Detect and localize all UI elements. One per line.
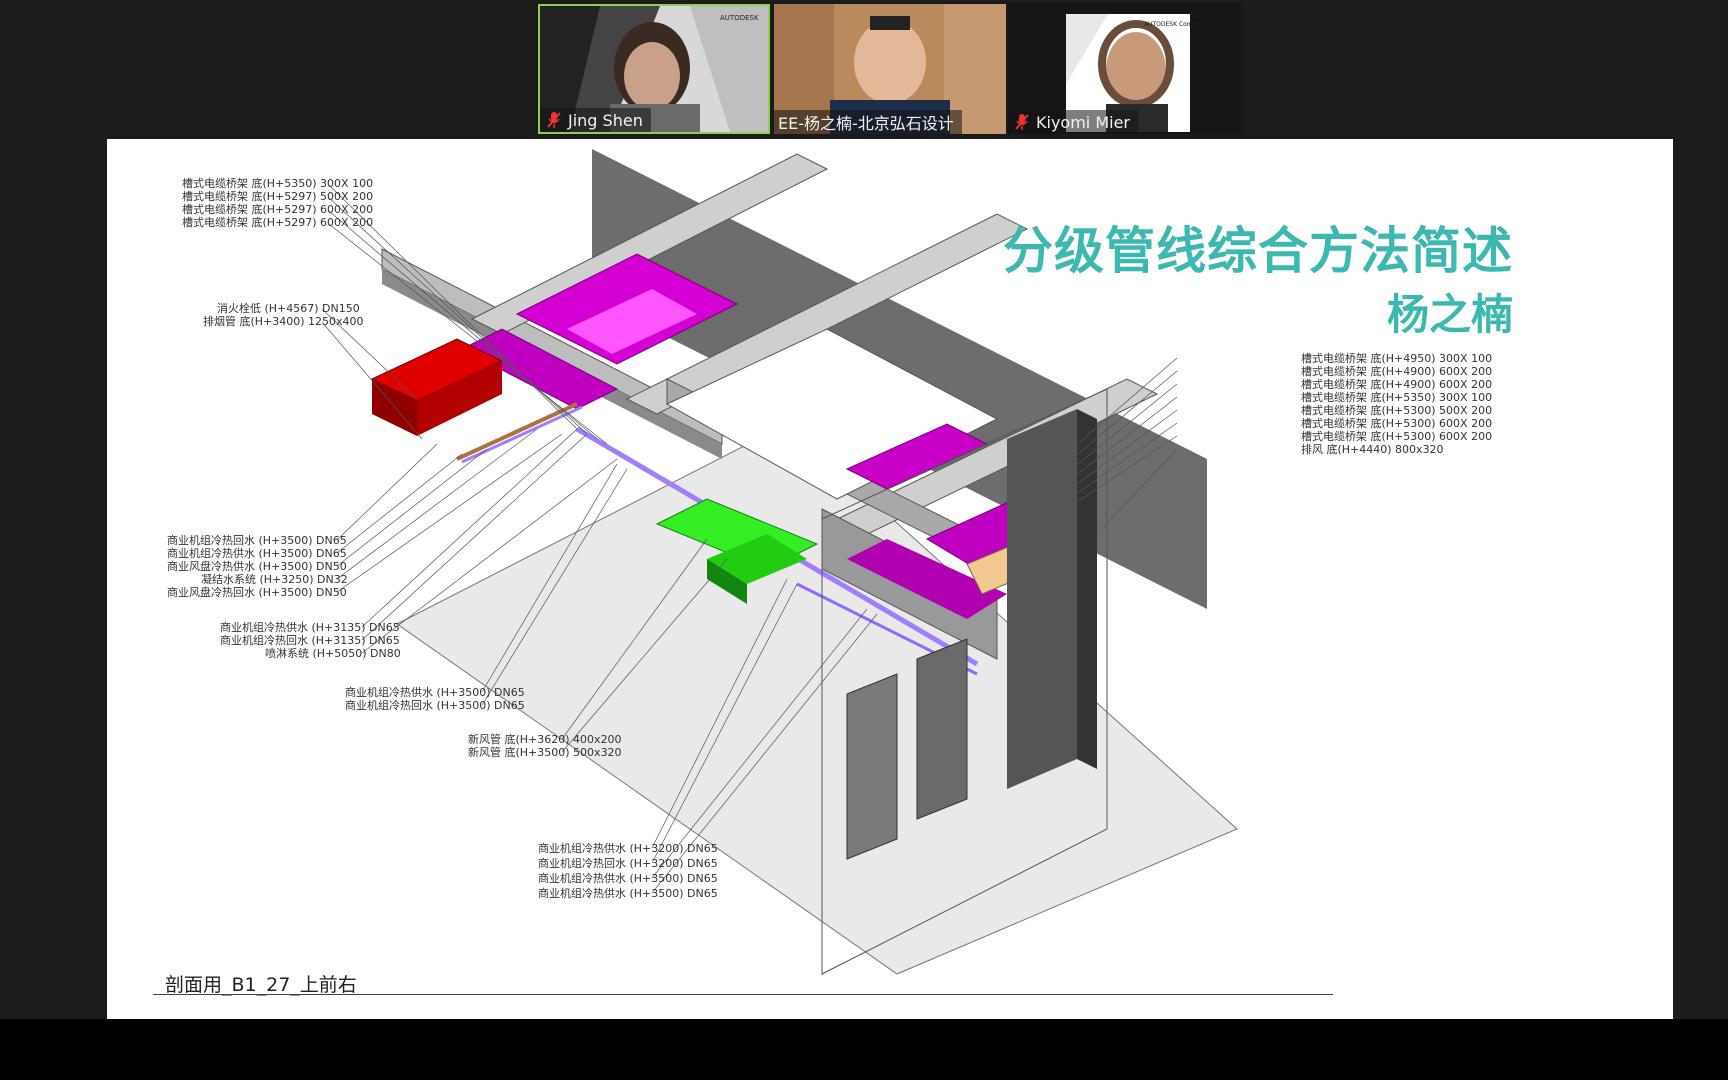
annotation-label: 商业机组冷热回水 (H+3200) DN65 bbox=[538, 857, 718, 870]
participant-tile-kiyomi-mier[interactable]: AUTODESK Community Kiyomi Mier bbox=[1008, 4, 1240, 134]
annotation-label: 喷淋系统 (H+5050) DN80 bbox=[265, 647, 401, 660]
view-name: 剖面用_B1_27_上前右 bbox=[165, 974, 357, 996]
annotation-label: 排烟管 底(H+3400) 1250x400 bbox=[203, 315, 364, 328]
annotation-label: 商业机组冷热供水 (H+3500) DN65 bbox=[167, 547, 347, 560]
annotation-label: 商业机组冷热回水 (H+3500) DN65 bbox=[167, 534, 347, 547]
annotation-label: 新风管 底(H+3500) 500x320 bbox=[468, 746, 622, 759]
annotation-label: 商业机组冷热回水 (H+3135) DN65 bbox=[220, 634, 400, 647]
participant-name: EE-杨之楠-北京弘石设计 bbox=[778, 114, 954, 133]
view-title-underline bbox=[153, 994, 1333, 995]
shared-slide: 分级管线综合方法简述 杨之楠 槽式电缆桥架 底(H+5350) 300X 100… bbox=[107, 139, 1673, 1019]
annotation-label: 槽式电缆桥架 底(H+4900) 600X 200 bbox=[1301, 378, 1493, 391]
shaft-wall bbox=[1007, 409, 1077, 789]
annotation-label: 商业风盘冷热回水 (H+3500) DN50 bbox=[167, 586, 347, 599]
muted-mic-icon bbox=[547, 112, 561, 128]
slide-title: 分级管线综合方法简述 bbox=[1003, 222, 1513, 280]
annotation-label: 商业机组冷热供水 (H+3500) DN65 bbox=[538, 887, 718, 900]
annotation-label: 新风管 底(H+3620) 400x200 bbox=[468, 733, 622, 746]
pipe-copper bbox=[456, 402, 578, 461]
slide-author: 杨之楠 bbox=[1386, 290, 1513, 339]
annotation-label: 槽式电缆桥架 底(H+5350) 300X 100 bbox=[1301, 391, 1493, 404]
annotation-label: 槽式电缆桥架 底(H+5300) 600X 200 bbox=[1301, 430, 1493, 443]
annotation-label: 商业风盘冷热供水 (H+3500) DN50 bbox=[167, 560, 347, 573]
annotation-label: 消火栓低 (H+4567) DN150 bbox=[217, 302, 360, 315]
annotation-label: 商业机组冷热回水 (H+3500) DN65 bbox=[345, 699, 525, 712]
participant-name-bar: EE-杨之楠-北京弘石设计 bbox=[774, 110, 962, 134]
pipe-violet bbox=[461, 405, 583, 464]
annotation-label: 商业机组冷热供水 (H+3135) DN65 bbox=[220, 621, 400, 634]
annotation-label: 凝结水系统 (H+3250) DN32 bbox=[201, 573, 348, 586]
door-2 bbox=[916, 638, 968, 820]
participant-strip: AUTODESK Jing Shen EE-杨之楠-北京弘石设计 AUTODES… bbox=[536, 2, 1242, 136]
annotation-label: 槽式电缆桥架 底(H+5300) 500X 200 bbox=[1301, 404, 1493, 417]
annotation-label: 槽式电缆桥架 底(H+5297) 600X 200 bbox=[182, 203, 374, 216]
annotation-label: 槽式电缆桥架 底(H+5297) 600X 200 bbox=[182, 216, 374, 229]
annotation-label: 排风 底(H+4440) 800x320 bbox=[1301, 443, 1444, 456]
annotation-label: 商业机组冷热供水 (H+3500) DN65 bbox=[345, 686, 525, 699]
participant-name: Kiyomi Mier bbox=[1036, 112, 1130, 132]
annotation-label: 槽式电缆桥架 底(H+4950) 300X 100 bbox=[1301, 352, 1493, 365]
annotation-label: 槽式电缆桥架 底(H+5350) 300X 100 bbox=[182, 177, 374, 190]
participant-tile-jing-shen[interactable]: AUTODESK Jing Shen bbox=[538, 4, 770, 134]
meeting-bottom-bar bbox=[0, 1019, 1728, 1080]
annotation-label: 商业机组冷热供水 (H+3200) DN65 bbox=[538, 842, 718, 855]
autodesk-badge: AUTODESK bbox=[720, 14, 759, 22]
participant-name-bar: Kiyomi Mier bbox=[1008, 110, 1138, 134]
participant-name: Jing Shen bbox=[568, 110, 643, 130]
annotation-label: 商业机组冷热供水 (H+3500) DN65 bbox=[538, 872, 718, 885]
participant-name-bar: Jing Shen bbox=[540, 108, 651, 132]
annotation-label: 槽式电缆桥架 底(H+5297) 500X 200 bbox=[182, 190, 374, 203]
annotation-label: 槽式电缆桥架 底(H+5300) 600X 200 bbox=[1301, 417, 1493, 430]
participant-tile-yang-zhinan[interactable]: EE-杨之楠-北京弘石设计 bbox=[774, 4, 1006, 134]
annotation-label: 槽式电缆桥架 底(H+4900) 600X 200 bbox=[1301, 365, 1493, 378]
door-1 bbox=[846, 673, 898, 860]
shaft-wall-side bbox=[1077, 409, 1097, 769]
muted-mic-icon bbox=[1015, 114, 1029, 130]
autodesk-badge: AUTODESK Community bbox=[1144, 21, 1214, 28]
